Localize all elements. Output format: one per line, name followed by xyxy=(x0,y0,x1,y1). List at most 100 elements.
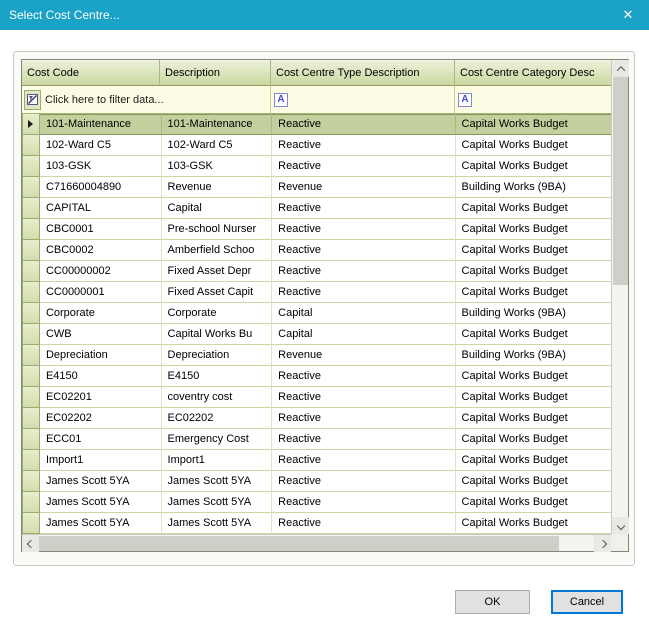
text-filter-icon[interactable]: A xyxy=(458,93,472,107)
cell-description[interactable]: Amberfield Schoo xyxy=(162,240,273,261)
row-indicator[interactable] xyxy=(22,366,40,387)
row-indicator[interactable] xyxy=(22,261,40,282)
table-row[interactable]: ECC01Emergency CostReactiveCapital Works… xyxy=(22,429,611,450)
cell-type[interactable]: Reactive xyxy=(272,492,455,513)
column-header-type[interactable]: Cost Centre Type Description xyxy=(271,60,455,86)
table-row[interactable]: 103-GSK103-GSKReactiveCapital Works Budg… xyxy=(22,156,611,177)
cell-description[interactable]: Fixed Asset Capit xyxy=(162,282,273,303)
scroll-left-button[interactable] xyxy=(22,535,39,552)
cell-cost-code[interactable]: Corporate xyxy=(40,303,162,324)
cell-cost-code[interactable]: CWB xyxy=(40,324,162,345)
table-row[interactable]: EC02202EC02202ReactiveCapital Works Budg… xyxy=(22,408,611,429)
table-row[interactable]: CC00000002Fixed Asset DeprReactiveCapita… xyxy=(22,261,611,282)
cell-category[interactable]: Capital Works Budget xyxy=(456,282,611,303)
cell-category[interactable]: Capital Works Budget xyxy=(456,156,611,177)
text-filter-icon[interactable]: A xyxy=(274,93,288,107)
row-indicator[interactable] xyxy=(22,177,40,198)
cell-type[interactable]: Capital xyxy=(272,303,455,324)
cell-description[interactable]: Emergency Cost xyxy=(162,429,273,450)
close-button[interactable]: ✕ xyxy=(607,0,649,30)
cell-type[interactable]: Capital xyxy=(272,324,455,345)
table-row[interactable]: EC02201coventry costReactiveCapital Work… xyxy=(22,387,611,408)
filter-icon[interactable] xyxy=(24,90,41,110)
table-row[interactable]: James Scott 5YAJames Scott 5YAReactiveCa… xyxy=(22,492,611,513)
row-indicator[interactable] xyxy=(22,450,40,471)
cell-cost-code[interactable]: Depreciation xyxy=(40,345,162,366)
cell-description[interactable]: E4150 xyxy=(162,366,273,387)
cell-category[interactable]: Capital Works Budget xyxy=(456,408,611,429)
table-row[interactable]: James Scott 5YAJames Scott 5YAReactiveCa… xyxy=(22,471,611,492)
cell-category[interactable]: Capital Works Budget xyxy=(456,135,611,156)
cell-category[interactable]: Capital Works Budget xyxy=(456,261,611,282)
cell-category[interactable]: Capital Works Budget xyxy=(456,219,611,240)
cell-type[interactable]: Reactive xyxy=(272,219,455,240)
filter-cell-type[interactable]: A xyxy=(271,86,455,113)
cell-category[interactable]: Capital Works Budget xyxy=(456,240,611,261)
table-row[interactable]: James Scott 5YAJames Scott 5YAReactiveCa… xyxy=(22,513,611,534)
table-row[interactable]: Import1Import1ReactiveCapital Works Budg… xyxy=(22,450,611,471)
row-indicator[interactable] xyxy=(22,156,40,177)
cell-category[interactable]: Capital Works Budget xyxy=(456,492,611,513)
cell-type[interactable]: Reactive xyxy=(272,366,455,387)
cell-category[interactable]: Building Works (9BA) xyxy=(456,303,611,324)
cell-description[interactable]: Capital xyxy=(162,198,273,219)
cell-type[interactable]: Reactive xyxy=(272,471,455,492)
cell-type[interactable]: Revenue xyxy=(272,345,455,366)
table-row[interactable]: C71660004890RevenueRevenueBuilding Works… xyxy=(22,177,611,198)
table-row[interactable]: CAPITALCapitalReactiveCapital Works Budg… xyxy=(22,198,611,219)
row-indicator[interactable] xyxy=(22,408,40,429)
cell-type[interactable]: Reactive xyxy=(272,198,455,219)
cell-description[interactable]: Depreciation xyxy=(162,345,273,366)
cell-description[interactable]: Revenue xyxy=(162,177,273,198)
filter-cell-cost-code[interactable]: Click here to filter data... xyxy=(22,86,271,113)
row-indicator[interactable] xyxy=(22,492,40,513)
vertical-scroll-thumb[interactable] xyxy=(613,77,628,285)
cell-cost-code[interactable]: CC0000001 xyxy=(40,282,162,303)
cell-category[interactable]: Capital Works Budget xyxy=(456,429,611,450)
row-indicator[interactable] xyxy=(22,240,40,261)
cell-description[interactable]: Import1 xyxy=(162,450,273,471)
cell-cost-code[interactable]: CAPITAL xyxy=(40,198,162,219)
cell-description[interactable]: coventry cost xyxy=(162,387,273,408)
scroll-right-button[interactable] xyxy=(594,535,611,552)
cell-description[interactable]: EC02202 xyxy=(162,408,273,429)
cell-category[interactable]: Capital Works Budget xyxy=(456,471,611,492)
row-indicator[interactable] xyxy=(22,135,40,156)
cell-category[interactable]: Capital Works Budget xyxy=(456,198,611,219)
table-row[interactable]: 102-Ward C5102-Ward C5ReactiveCapital Wo… xyxy=(22,135,611,156)
row-indicator[interactable] xyxy=(22,198,40,219)
cell-category[interactable]: Building Works (9BA) xyxy=(456,345,611,366)
cell-category[interactable]: Capital Works Budget xyxy=(456,450,611,471)
cell-cost-code[interactable]: CC00000002 xyxy=(40,261,162,282)
cell-description[interactable]: James Scott 5YA xyxy=(162,471,273,492)
vertical-scrollbar[interactable] xyxy=(611,60,628,534)
cell-type[interactable]: Reactive xyxy=(272,156,455,177)
cell-category[interactable]: Capital Works Budget xyxy=(456,387,611,408)
cell-description[interactable]: Fixed Asset Depr xyxy=(162,261,273,282)
cell-type[interactable]: Reactive xyxy=(272,114,455,135)
column-header-description[interactable]: Description xyxy=(160,60,271,86)
cell-type[interactable]: Reactive xyxy=(272,408,455,429)
row-indicator[interactable] xyxy=(22,345,40,366)
table-row[interactable]: CC0000001Fixed Asset CapitReactiveCapita… xyxy=(22,282,611,303)
cell-category[interactable]: Capital Works Budget xyxy=(456,114,611,135)
cell-cost-code[interactable]: James Scott 5YA xyxy=(40,513,162,534)
row-indicator[interactable] xyxy=(22,387,40,408)
cell-cost-code[interactable]: 102-Ward C5 xyxy=(40,135,162,156)
cell-description[interactable]: James Scott 5YA xyxy=(162,513,273,534)
cell-description[interactable]: Capital Works Bu xyxy=(162,324,273,345)
horizontal-scrollbar[interactable] xyxy=(22,534,611,551)
cell-cost-code[interactable]: James Scott 5YA xyxy=(40,471,162,492)
cell-category[interactable]: Capital Works Budget xyxy=(456,366,611,387)
cell-type[interactable]: Reactive xyxy=(272,450,455,471)
row-indicator[interactable] xyxy=(22,471,40,492)
row-indicator[interactable] xyxy=(22,513,40,534)
cell-cost-code[interactable]: 103-GSK xyxy=(40,156,162,177)
cell-description[interactable]: Corporate xyxy=(162,303,273,324)
cell-cost-code[interactable]: ECC01 xyxy=(40,429,162,450)
table-row[interactable]: E4150E4150ReactiveCapital Works Budget xyxy=(22,366,611,387)
filter-prompt[interactable]: Click here to filter data... xyxy=(45,94,164,106)
column-header-category[interactable]: Cost Centre Category Desc xyxy=(455,60,611,86)
cell-type[interactable]: Reactive xyxy=(272,261,455,282)
table-row[interactable]: CorporateCorporateCapitalBuilding Works … xyxy=(22,303,611,324)
